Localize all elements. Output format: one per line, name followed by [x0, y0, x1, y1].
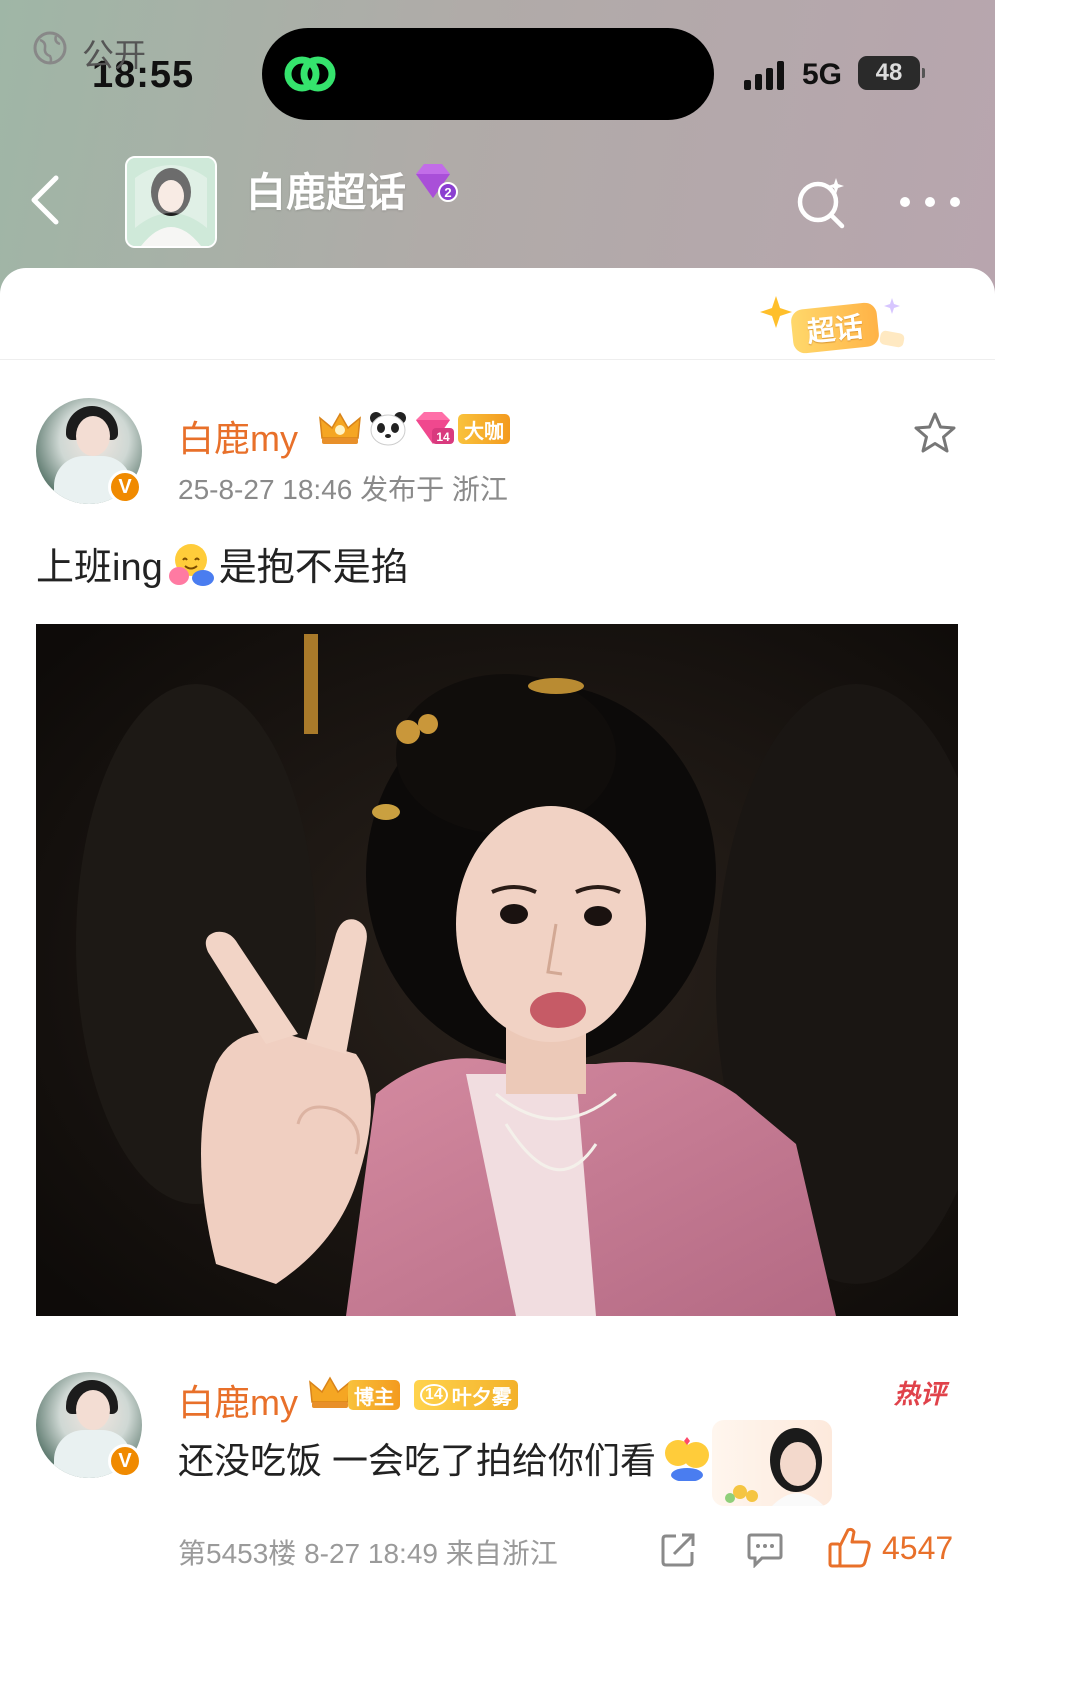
link-app-icon	[284, 56, 336, 92]
topic-avatar[interactable]	[125, 156, 217, 248]
hot-comment-label: 热评	[894, 1379, 947, 1409]
more-dot	[950, 197, 960, 207]
panda-icon	[370, 412, 406, 446]
more-dot	[925, 197, 935, 207]
kiss-couple-emoji-icon	[665, 1437, 710, 1481]
avatar-face	[76, 416, 110, 456]
more-icon[interactable]	[900, 194, 960, 210]
topic-avatar-image	[127, 158, 215, 246]
crown-icon	[319, 412, 361, 444]
hugging-emoji-icon	[168, 543, 214, 586]
back-icon[interactable]	[20, 168, 76, 232]
search-icon[interactable]	[794, 176, 848, 230]
like-count: 4547	[882, 1530, 954, 1566]
visibility-label[interactable]: 公开	[82, 30, 146, 76]
comment-sticker[interactable]	[712, 1420, 832, 1506]
topic-title[interactable]: 白鹿超话	[246, 160, 406, 218]
fan-level-number: 14	[420, 1384, 448, 1406]
favorite-star-icon[interactable]	[912, 410, 958, 456]
commenter-role-tag: 博主	[348, 1380, 400, 1410]
dynamic-island	[262, 28, 714, 120]
topic-level-icon: 2	[416, 164, 458, 202]
comment-text-content: 还没吃饭 一会吃了拍给你们看	[178, 1440, 657, 1481]
author-role-tag: 大咖	[458, 414, 510, 444]
post-text-part: 是抱不是掐	[218, 547, 409, 589]
share-icon[interactable]	[660, 1530, 698, 1568]
comment-footer: 第5453楼 8-27 18:49 来自浙江	[178, 1538, 558, 1569]
svg-text:14: 14	[436, 430, 450, 444]
fan-level-title: 叶夕雾	[451, 1386, 512, 1409]
battery-indicator: 48	[858, 56, 925, 90]
sticker-image	[725, 1428, 824, 1506]
verified-badge: V	[108, 470, 142, 504]
globe-icon	[33, 31, 67, 65]
verified-badge: V	[108, 1444, 142, 1478]
fan-level-tag: 14 叶夕雾	[414, 1380, 518, 1410]
post-photo[interactable]	[36, 624, 958, 1316]
post-photo-image	[36, 624, 958, 1316]
svg-text:2: 2	[444, 185, 451, 200]
post-text: 上班ing 是抱不是掐	[36, 536, 409, 591]
supertopic-tag[interactable]: 超话	[789, 301, 881, 355]
more-dot	[900, 197, 910, 207]
author-name[interactable]: 白鹿my	[178, 410, 298, 462]
avatar-face	[76, 1390, 110, 1430]
signal-icon	[744, 61, 784, 90]
crown-icon	[309, 1376, 351, 1408]
comment-text: 还没吃饭 一会吃了拍给你们看	[178, 1432, 712, 1484]
post-meta: 25-8-27 18:46 发布于 浙江	[178, 474, 508, 505]
reply-icon[interactable]	[746, 1530, 784, 1568]
post-text-part: 上班ing	[36, 547, 163, 589]
network-type: 5G	[802, 58, 843, 91]
like-thumb-icon[interactable]	[828, 1526, 872, 1568]
commenter-name[interactable]: 白鹿my	[178, 1374, 298, 1426]
gem-level-icon: 14	[416, 412, 454, 444]
